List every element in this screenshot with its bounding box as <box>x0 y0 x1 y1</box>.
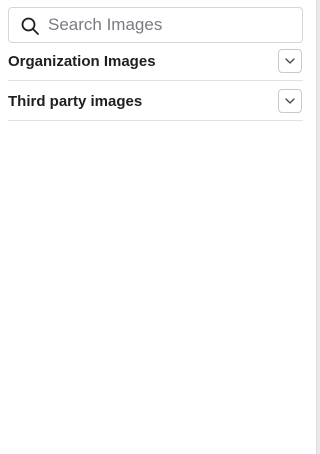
images-panel: Organization Images Third party images <box>0 0 316 454</box>
expand-button[interactable] <box>278 89 302 113</box>
chevron-down-icon <box>285 58 295 64</box>
section-label: Organization Images <box>8 53 156 70</box>
chevron-down-icon <box>285 98 295 104</box>
scrollbar[interactable] <box>316 0 320 454</box>
search-box[interactable] <box>8 7 303 43</box>
section-label: Third party images <box>8 93 143 110</box>
search-input[interactable] <box>48 9 294 41</box>
section-third-party-images[interactable]: Third party images <box>8 81 303 121</box>
expand-button[interactable] <box>278 49 302 73</box>
section-organization-images[interactable]: Organization Images <box>8 41 303 81</box>
search-icon <box>21 17 39 35</box>
